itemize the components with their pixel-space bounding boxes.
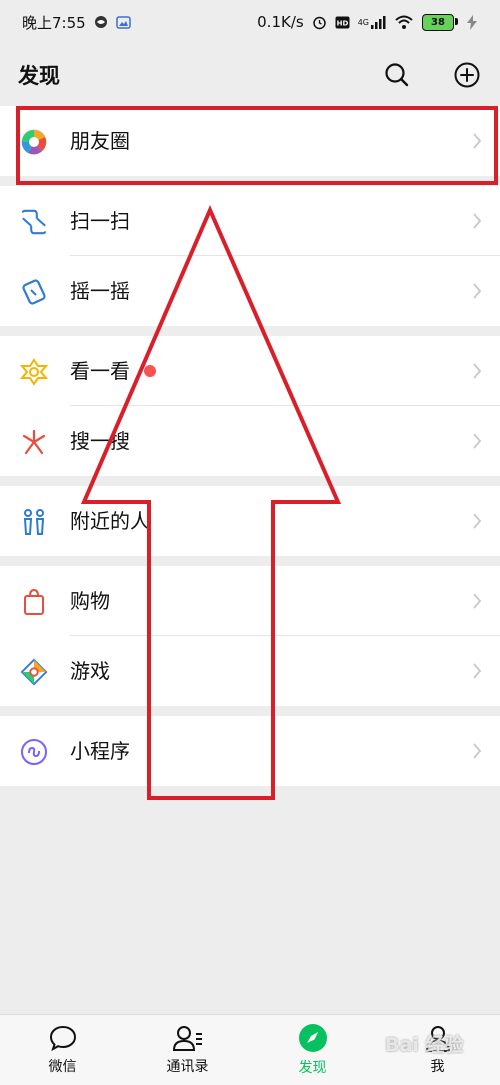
chevron-right-icon: [473, 213, 482, 229]
tab-label: 通讯录: [166, 1059, 209, 1075]
battery-indicator: 38: [422, 13, 458, 31]
header-actions: [382, 60, 482, 90]
alarm-icon: [312, 15, 327, 30]
top-stories-icon: [20, 358, 48, 386]
menu-item-mini-programs[interactable]: 小程序: [0, 716, 500, 786]
menu-item-top-stories[interactable]: 看一看: [0, 336, 500, 406]
shake-icon: [20, 278, 48, 306]
menu-item-moments[interactable]: 朋友圈: [0, 106, 500, 176]
menu-label: 购物: [70, 589, 110, 613]
svg-text:HD: HD: [336, 19, 348, 27]
status-bar: 晚上7:55 0.1K/s HD 4G 38: [0, 0, 500, 44]
tab-chats[interactable]: 微信: [13, 1024, 113, 1076]
hd-icon: HD: [335, 16, 350, 29]
tab-label: 发现: [298, 1060, 327, 1076]
menu-item-games[interactable]: 游戏: [0, 636, 500, 706]
tab-label: 微信: [48, 1059, 77, 1075]
add-button[interactable]: [452, 60, 482, 90]
watermark: Bai 经验: [385, 1034, 464, 1056]
tab-label: 我: [430, 1059, 445, 1075]
chevron-right-icon: [473, 283, 482, 299]
chevron-right-icon: [473, 433, 482, 449]
mini-program-icon: [20, 738, 48, 766]
tab-discover[interactable]: 发现: [263, 1023, 363, 1077]
charging-icon: [466, 14, 478, 30]
chevron-right-icon: [473, 593, 482, 609]
discover-header: 发现: [0, 44, 500, 106]
menu-label: 摇一摇: [70, 279, 130, 303]
scan-icon: [20, 208, 48, 236]
notification-dot: [144, 365, 156, 377]
menu-label: 小程序: [70, 739, 130, 763]
game-icon: [20, 658, 48, 686]
search-button[interactable]: [382, 60, 412, 90]
compass-icon: [298, 1024, 327, 1052]
network-speed: 0.1K/s: [257, 13, 304, 31]
menu-item-shake[interactable]: 摇一摇: [0, 256, 500, 326]
status-time: 晚上7:55: [22, 13, 86, 32]
search-icon: [385, 63, 409, 87]
status-right: 0.1K/s HD 4G 38: [257, 13, 478, 31]
network-type: 4G: [357, 17, 369, 27]
menu-label: 附近的人: [70, 509, 150, 533]
people-nearby-icon: [20, 508, 48, 536]
menu-item-search[interactable]: 搜一搜: [0, 406, 500, 476]
plus-circle-icon: [454, 62, 480, 88]
gallery-icon: [115, 15, 131, 29]
chevron-right-icon: [473, 513, 482, 529]
menu-label: 朋友圈: [70, 129, 130, 153]
menu-item-shopping[interactable]: 购物: [0, 566, 500, 636]
menu-item-scan[interactable]: 扫一扫: [0, 186, 500, 256]
chevron-right-icon: [473, 133, 482, 149]
browser-globe-icon: [94, 15, 108, 29]
shopping-bag-icon: [20, 588, 48, 616]
menu-label: 看一看: [70, 359, 130, 383]
chevron-right-icon: [473, 663, 482, 679]
wifi-icon: [394, 15, 414, 30]
contacts-icon: [172, 1026, 202, 1051]
search-spark-icon: [20, 428, 48, 456]
page-title: 发现: [18, 64, 60, 88]
chevron-right-icon: [473, 363, 482, 379]
moments-icon: [20, 128, 48, 156]
chat-bubble-icon: [49, 1025, 76, 1052]
chevron-right-icon: [473, 743, 482, 759]
menu-label: 扫一扫: [70, 209, 130, 233]
signal-icon: 4G: [358, 15, 386, 29]
menu-label: 游戏: [70, 659, 110, 683]
tab-contacts[interactable]: 通讯录: [138, 1024, 238, 1076]
menu-item-people-nearby[interactable]: 附近的人: [0, 486, 500, 556]
menu-label: 搜一搜: [70, 429, 130, 453]
status-left: 晚上7:55: [22, 12, 131, 33]
